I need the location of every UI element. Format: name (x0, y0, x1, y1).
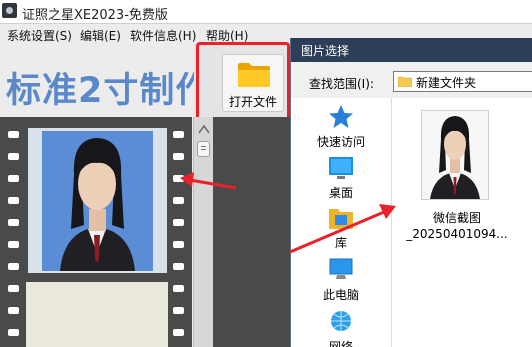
film-hole (173, 241, 184, 248)
app-titlebar: 证照之星XE2023-免费版 (0, 0, 532, 24)
network-icon (331, 311, 351, 331)
file-thumbnail (421, 110, 489, 200)
film-hole (8, 175, 19, 182)
film-hole (173, 131, 184, 138)
arrow-to-photo-annotation (180, 172, 237, 190)
film-hole (8, 263, 19, 270)
film-hole (173, 307, 184, 314)
film-hole (173, 197, 184, 204)
lookin-value: 新建文件夹 (416, 76, 477, 90)
file-name-line2: _20250401094... (406, 227, 508, 241)
file-name-line1: 微信截图 (432, 211, 481, 225)
star-pin-icon (329, 105, 353, 128)
film-hole (8, 285, 19, 292)
banner-title: 标准2寸制作 (6, 71, 212, 111)
app-title: 证照之星XE2023-免费版 (22, 8, 168, 23)
file-name: 微信截图 _20250401094... (402, 210, 512, 242)
arrow-to-file-annotation (289, 204, 396, 254)
film-hole (173, 285, 184, 292)
lookin-label: 查找范围(I): (309, 77, 374, 91)
place-label: 网络 (328, 340, 353, 347)
film-hole (173, 329, 184, 336)
film-hole (8, 131, 19, 138)
scroll-thumb[interactable] (197, 141, 210, 157)
film-hole (173, 263, 184, 270)
menu-system-settings[interactable]: 系统设置(S) (7, 27, 72, 44)
work-area (213, 117, 290, 347)
camera-app-icon (2, 3, 17, 18)
lookin-dropdown[interactable]: 新建文件夹 (393, 71, 532, 92)
film-hole (8, 241, 19, 248)
menu-edit[interactable]: 编辑(E) (80, 27, 121, 44)
scroll-up-icon[interactable] (198, 124, 210, 134)
folder-icon (398, 76, 412, 87)
place-label: 快速访问 (316, 135, 365, 149)
menu-software-info[interactable]: 软件信息(H) (130, 27, 196, 44)
film-hole (8, 197, 19, 204)
picture-select-dialog: 图片选择 查找范围(I): 新建文件夹 快速访问 桌面 库 此电脑 网络 微信截… (290, 38, 532, 347)
place-quick-access[interactable]: 快速访问 (291, 103, 391, 153)
place-desktop[interactable]: 桌面 (291, 154, 391, 204)
film-hole (8, 153, 19, 160)
place-label: 此电脑 (322, 288, 359, 302)
film-hole (8, 219, 19, 226)
id-photo[interactable] (42, 131, 153, 271)
place-label: 桌面 (328, 186, 353, 200)
empty-photo-slot[interactable] (26, 282, 168, 347)
filmstrip-scrollbar[interactable] (193, 117, 213, 347)
place-network[interactable]: 网络 (291, 308, 391, 347)
film-hole (8, 307, 19, 314)
file-item[interactable]: 微信截图 _20250401094... (402, 108, 522, 248)
file-list: 微信截图 _20250401094... (391, 98, 532, 347)
portrait-figure (60, 138, 135, 271)
film-hole (8, 329, 19, 336)
dialog-titlebar: 图片选择 (291, 38, 532, 62)
highlight-box (196, 42, 290, 128)
film-hole (173, 219, 184, 226)
portrait-thumbnail (422, 111, 488, 199)
film-hole (173, 153, 184, 160)
dialog-title: 图片选择 (301, 44, 350, 58)
computer-icon (329, 258, 353, 279)
desktop-icon (329, 157, 353, 179)
place-this-pc[interactable]: 此电脑 (291, 256, 391, 306)
